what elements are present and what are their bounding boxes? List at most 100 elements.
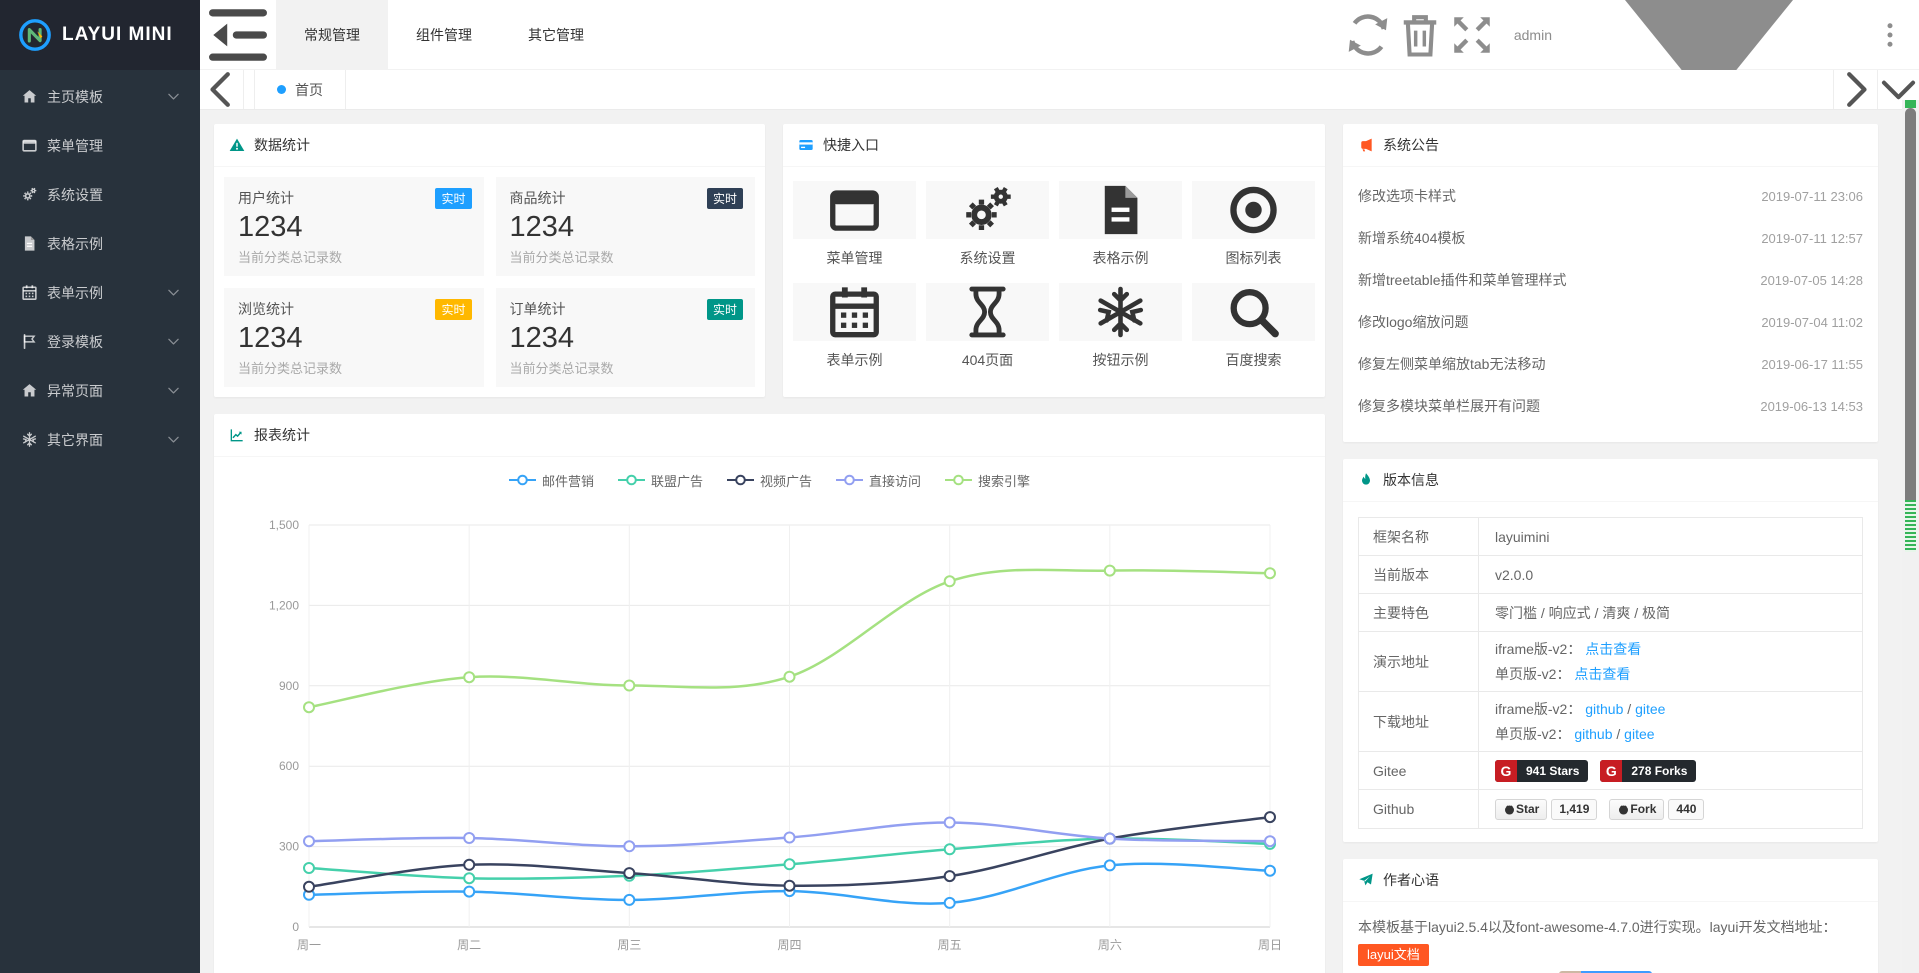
quick-entry-5[interactable]: 404页面 [926,283,1049,370]
announcement-row-2: 新增treetable插件和菜单管理样式 2019-07-05 14:28 [1358,259,1863,301]
version-row-6: GithubStar1,419Fork440 [1359,790,1862,828]
github-star-count[interactable]: 1,419 [1551,799,1597,820]
tab-home-label: 首页 [295,80,323,100]
version-row-2: 主要特色零门槛 / 响应式 / 清爽 / 极简 [1359,594,1862,632]
realtime-badge: 实时 [707,299,743,320]
version-row-value: G941 Stars G278 Forks [1479,752,1862,789]
legend-item-2[interactable]: 视频广告 [727,471,812,490]
legend-item-3[interactable]: 直接访问 [836,471,921,490]
quick-entry-2[interactable]: 表格示例 [1059,181,1182,268]
home-icon [21,88,38,105]
layui-doc-badge[interactable]: layui文档 [1358,944,1429,966]
snowflake-icon [1059,283,1182,341]
quick-entry-6[interactable]: 按钮示例 [1059,283,1182,370]
nav-tab-2[interactable]: 其它管理 [500,0,612,69]
quick-entry-3[interactable]: 图标列表 [1192,181,1315,268]
collapse-sidebar-button[interactable] [200,0,276,69]
legend-item-1[interactable]: 联盟广告 [618,471,703,490]
github-star-button[interactable]: Star [1495,799,1547,820]
tabs-scroll-right-button[interactable] [1833,70,1877,109]
svg-text:1,500: 1,500 [269,518,299,532]
legend-item-4[interactable]: 搜索引擎 [945,471,1030,490]
github-fork-button[interactable]: Fork [1609,799,1664,820]
svg-text:周六: 周六 [1098,938,1122,952]
link-github[interactable]: github [1585,701,1623,717]
home-icon [21,382,38,399]
nav-tab-1[interactable]: 组件管理 [388,0,500,69]
sidebar-item-2[interactable]: 系统设置 [0,170,200,219]
stat-panel-0: 用户统计实时1234当前分类总记录数 [224,177,484,276]
chevron-down-icon [167,286,180,299]
sidebar-item-0[interactable]: 主页模板 [0,72,200,121]
announcement-date: 2019-07-05 14:28 [1750,273,1863,288]
more-menu-button[interactable] [1875,0,1905,70]
credit-card-icon [798,137,814,153]
scrollbar-green-marker [1905,500,1916,552]
announcement-text: 新增treetable插件和菜单管理样式 [1358,270,1566,290]
announcement-text: 修改logo缩放问题 [1358,312,1468,332]
stat-sublabel: 当前分类总记录数 [510,358,742,377]
gitee-badge[interactable]: G278 Forks [1600,760,1696,782]
version-row-label: 下载地址 [1359,692,1479,751]
version-row-label: 当前版本 [1359,556,1479,593]
announcement-date: 2019-07-04 11:02 [1751,315,1863,330]
announcement-row-5: 修复多模块菜单栏展开有问题 2019-06-13 14:53 [1358,385,1863,427]
card-report-stats: 报表统计 邮件营销联盟广告视频广告直接访问搜索引擎 03006009001,20… [214,414,1325,973]
quick-entry-7[interactable]: 百度搜索 [1192,283,1315,370]
svg-text:周四: 周四 [777,938,801,952]
legend-marker [836,474,863,486]
active-tab-dot [277,85,286,94]
dot-circle-icon [1192,181,1315,239]
link-gitee[interactable]: gitee [1624,726,1654,742]
announcement-date: 2019-07-11 23:06 [1751,189,1863,204]
announcement-text: 修复多模块菜单栏展开有问题 [1358,396,1540,416]
tabs-scroll-left-button[interactable] [200,70,244,109]
quick-entry-label: 按钮示例 [1059,350,1182,370]
sidebar-item-5[interactable]: 登录模板 [0,317,200,366]
sidebar-item-3[interactable]: 表格示例 [0,219,200,268]
tab-home[interactable]: 首页 [254,70,346,109]
card-title: 数据统计 [254,135,310,155]
announcement-row-3: 修改logo缩放问题 2019-07-04 11:02 [1358,301,1863,343]
svg-text:周一: 周一 [297,938,321,952]
github-fork-count[interactable]: 440 [1668,799,1704,820]
announcement-row-4: 修复左侧菜单缩放tab无法移动2019-06-17 11:55 [1358,343,1863,385]
stat-value: 1234 [238,211,470,244]
sidebar-item-7[interactable]: 其它界面 [0,415,200,464]
svg-text:300: 300 [279,840,299,854]
realtime-badge: 实时 [435,188,471,209]
logo[interactable]: LAYUI MINI [0,0,200,70]
link-gitee[interactable]: gitee [1635,701,1665,717]
author-line-2: 技术交流QQ群（667810940）：加入QQ群（加群请备注来源：如gitee） [1358,968,1863,973]
quick-entry-1[interactable]: 系统设置 [926,181,1049,268]
sidebar-item-1[interactable]: 菜单管理 [0,121,200,170]
realtime-badge: 实时 [435,299,471,320]
version-row-value: iframe版-v2： 点击查看单页版-v2： 点击查看 [1479,632,1862,691]
refresh-button[interactable] [1342,0,1394,70]
version-row-label: Gitee [1359,752,1479,789]
scrollbar-thumb[interactable] [1905,108,1916,523]
link-点击查看[interactable]: 点击查看 [1574,666,1630,682]
warning-icon [229,137,245,153]
clear-cache-button[interactable] [1394,0,1446,70]
quick-entry-label: 图标列表 [1192,248,1315,268]
link-github[interactable]: github [1574,726,1612,742]
link-点击查看[interactable]: 点击查看 [1585,641,1641,657]
quick-entry-4[interactable]: 表单示例 [793,283,916,370]
stat-panel-1: 商品统计实时1234当前分类总记录数 [496,177,756,276]
announcement-date: 2019-06-13 14:53 [1750,399,1863,414]
sidebar-item-label: 表单示例 [47,283,167,303]
fullscreen-button[interactable] [1446,0,1498,70]
sidebar-item-4[interactable]: 表单示例 [0,268,200,317]
page-scrollbar[interactable] [1902,100,1919,973]
quick-entry-label: 系统设置 [926,248,1049,268]
nav-tab-0[interactable]: 常规管理 [276,0,388,69]
announcement-text: 修复左侧菜单缩放tab无法移动 [1358,354,1545,374]
gitee-badge[interactable]: G941 Stars [1495,760,1588,782]
legend-item-0[interactable]: 邮件营销 [509,471,594,490]
quick-entry-0[interactable]: 菜单管理 [793,181,916,268]
stat-sublabel: 当前分类总记录数 [238,247,470,266]
version-row-value: Star1,419 Fork440 [1479,790,1862,828]
topbar: 常规管理组件管理其它管理 admin [200,0,1919,70]
sidebar-item-6[interactable]: 异常页面 [0,366,200,415]
